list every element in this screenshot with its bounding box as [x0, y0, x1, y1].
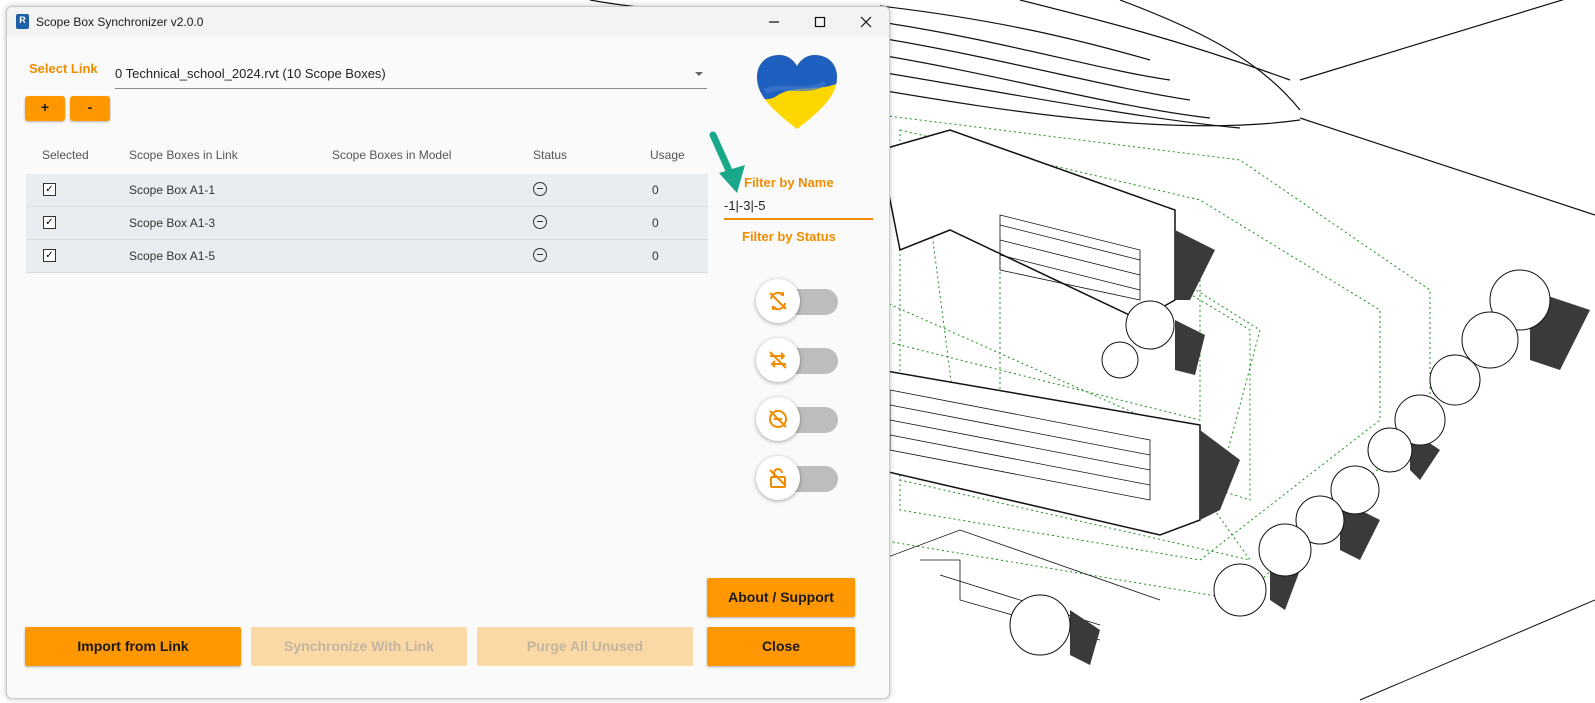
title-bar[interactable]: R Scope Box Synchronizer v2.0.0 [7, 7, 889, 37]
filter-by-name-label: Filter by Name [744, 175, 834, 190]
close-button[interactable]: Close [707, 627, 855, 666]
usage-value: 0 [652, 216, 659, 230]
chevron-down-icon [695, 72, 703, 76]
row-checkbox[interactable]: ✓ [43, 216, 56, 229]
link-select[interactable]: 0 Technical_school_2024.rvt (10 Scope Bo… [115, 59, 707, 89]
toggle-locked[interactable] [756, 456, 840, 502]
col-in-link[interactable]: Scope Boxes in Link [129, 148, 238, 162]
scope-box-synchronizer-window: R Scope Box Synchronizer v2.0.0 Select L… [6, 6, 890, 699]
table-header: Selected Scope Boxes in Link Scope Boxes… [26, 137, 708, 174]
import-from-link-button[interactable]: Import from Link [25, 627, 241, 666]
usage-value: 0 [652, 249, 659, 263]
row-checkbox[interactable]: ✓ [43, 249, 56, 262]
select-link-label: Select Link [29, 61, 98, 76]
scope-box-table: Selected Scope Boxes in Link Scope Boxes… [26, 137, 708, 273]
maximize-button[interactable] [797, 7, 843, 37]
status-unused-icon [533, 215, 547, 229]
filter-by-status-label: Filter by Status [742, 229, 836, 244]
sync-icon [769, 351, 787, 369]
toggle-sync-off[interactable] [756, 279, 840, 325]
toggle-knob [756, 338, 800, 382]
scope-box-name: Scope Box A1-3 [129, 216, 216, 230]
link-select-value: 0 Technical_school_2024.rvt (10 Scope Bo… [115, 66, 386, 81]
minimize-button[interactable] [751, 7, 797, 37]
scope-box-name: Scope Box A1-1 [129, 183, 216, 197]
toggle-unused[interactable] [756, 397, 840, 443]
col-usage[interactable]: Usage [650, 148, 685, 162]
status-unused-icon [533, 248, 547, 262]
table-row[interactable]: ✓ Scope Box A1-5 0 [26, 240, 708, 273]
remove-link-button[interactable]: - [70, 96, 110, 121]
status-unused-icon [533, 182, 547, 196]
annotation-arrow-icon [709, 131, 745, 193]
about-support-button[interactable]: About / Support [707, 578, 855, 617]
scope-box-name: Scope Box A1-5 [129, 249, 216, 263]
sync-off-icon [769, 291, 787, 311]
row-checkbox[interactable]: ✓ [43, 183, 56, 196]
unused-off-icon [769, 410, 787, 428]
synchronize-with-link-button[interactable]: Synchronize With Link [251, 627, 467, 666]
toggle-knob [756, 397, 800, 441]
ukraine-heart-icon [757, 55, 837, 129]
close-window-button[interactable] [843, 7, 889, 37]
close-icon [860, 16, 872, 28]
revit-app-icon: R [16, 14, 29, 29]
maximize-icon [814, 16, 826, 28]
col-in-model[interactable]: Scope Boxes in Model [332, 148, 451, 162]
toggle-knob [756, 279, 800, 323]
purge-all-unused-button[interactable]: Purge All Unused [477, 627, 693, 666]
minimize-icon [769, 21, 779, 23]
col-selected[interactable]: Selected [42, 148, 89, 162]
window-title: Scope Box Synchronizer v2.0.0 [36, 15, 204, 29]
col-status[interactable]: Status [533, 148, 567, 162]
table-row[interactable]: ✓ Scope Box A1-3 0 [26, 207, 708, 240]
toggle-knob [756, 456, 800, 500]
table-row[interactable]: ✓ Scope Box A1-1 0 [26, 174, 708, 207]
lock-off-icon [769, 468, 787, 488]
toggle-sync[interactable] [756, 338, 840, 384]
add-link-button[interactable]: + [25, 96, 65, 121]
usage-value: 0 [652, 183, 659, 197]
